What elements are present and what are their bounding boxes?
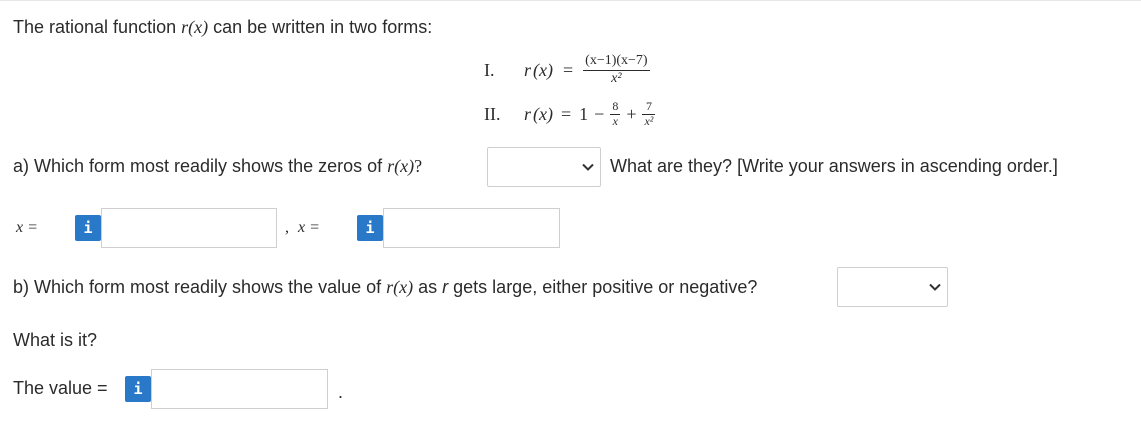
chevron-down-icon xyxy=(582,163,594,171)
form-2-minus: − xyxy=(594,103,605,124)
form-1-numerator: (x−1)(x−7) xyxy=(583,53,650,71)
form-2-frac1-num: 8 xyxy=(610,98,621,115)
info-icon[interactable]: i xyxy=(125,376,151,402)
part-a-arg: (x) xyxy=(394,156,415,176)
value-label: The value = xyxy=(13,378,108,398)
form-2-func: r xyxy=(524,103,532,124)
form-2-frac1-den: x xyxy=(612,113,618,128)
chevron-down-icon xyxy=(929,283,941,291)
part-a-qmark: ? xyxy=(414,156,423,176)
part-b-form-select[interactable] xyxy=(837,267,948,307)
x-label-2: x = xyxy=(298,219,320,236)
x-label-1: x = xyxy=(16,219,38,236)
form-1-equals: = xyxy=(563,59,574,80)
zero-2-input[interactable] xyxy=(383,208,560,248)
part-a-form-select[interactable] xyxy=(487,147,601,187)
form-2-frac2-num: 7 xyxy=(642,99,656,115)
form-1-arg: (x) xyxy=(533,59,553,80)
part-b-question-text: b) Which form most readily shows the val… xyxy=(13,277,387,297)
period-text: . xyxy=(338,382,344,402)
info-icon[interactable]: i xyxy=(75,215,101,241)
part-a-question: a) Which form most readily shows the zer… xyxy=(13,156,422,177)
form-2-fraction-1: 8 x xyxy=(610,98,621,129)
part-a-followup: What are they? [Write your answers in as… xyxy=(610,156,1058,176)
part-b-question: b) Which form most readily shows the val… xyxy=(13,277,757,298)
form-1-fraction: (x−1)(x−7) x² xyxy=(583,53,650,86)
form-2-plus: + xyxy=(626,103,637,124)
form-1-numeral: I. xyxy=(484,59,495,80)
info-icon[interactable]: i xyxy=(357,215,383,241)
comma-separator: , xyxy=(285,219,289,236)
form-2-equals: = xyxy=(561,103,572,124)
form-2-numeral: II. xyxy=(484,103,501,124)
intro-text-after: can be written in two forms: xyxy=(208,17,433,37)
zero-1-input[interactable] xyxy=(101,208,277,248)
part-a-question-text: a) Which form most readily shows the zer… xyxy=(13,156,388,176)
part-b-question-middle: as xyxy=(413,277,443,297)
top-divider xyxy=(0,0,1141,1)
form-2-arg: (x) xyxy=(533,103,553,124)
intro-arg: (x) xyxy=(188,17,209,37)
part-b-question-after: gets large, either positive or negative? xyxy=(448,277,758,297)
intro-text-before: The rational function xyxy=(13,17,182,37)
form-2: II. r (x) = 1 − 8 x + 7 x² xyxy=(484,96,656,132)
form-2-frac2-den: x² xyxy=(644,113,654,128)
form-2-one: 1 xyxy=(579,103,589,124)
form-1: I. r (x) = (x−1)(x−7) x² xyxy=(484,50,650,90)
part-b-arg: (x) xyxy=(393,277,414,297)
value-input[interactable] xyxy=(151,369,328,409)
intro-text: The rational function r(x) can be writte… xyxy=(13,17,432,38)
form-2-fraction-2: 7 x² xyxy=(642,99,656,129)
form-1-func: r xyxy=(524,59,532,80)
what-is-it-label: What is it? xyxy=(13,330,98,350)
form-1-denominator: x² xyxy=(611,70,622,86)
